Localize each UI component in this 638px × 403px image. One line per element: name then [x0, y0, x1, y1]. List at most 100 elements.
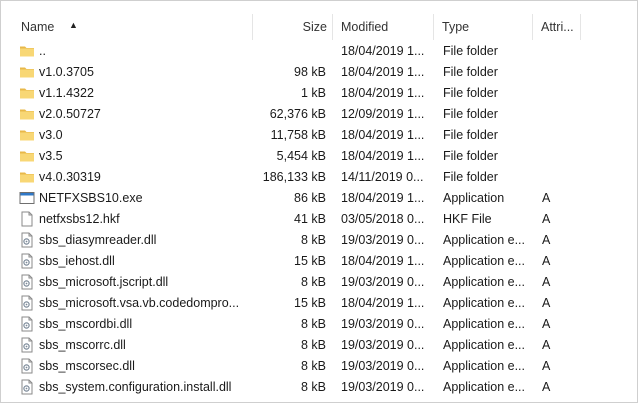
file-type: File folder	[443, 64, 498, 79]
file-name-cell: v2.0.50727	[13, 106, 253, 122]
column-header-row: Name ▲ Size Modified Type Attri...	[13, 14, 581, 40]
file-icon	[19, 211, 35, 227]
file-type: Application e...	[443, 253, 525, 268]
sort-ascending-icon: ▲	[69, 20, 78, 30]
file-row[interactable]: sbs_iehost.dll 15 kB 18/04/2019 1... Applic…	[13, 250, 629, 271]
file-row[interactable]: netfxsbs12.hkf 41 kB 03/05/2018 0... HKF Fi…	[13, 208, 629, 229]
file-row[interactable]: v3.5 5,454 kB 18/04/2019 1... File folder	[13, 145, 629, 166]
column-header-type[interactable]: Type	[434, 14, 533, 40]
file-modified: 18/04/2019 1...	[341, 64, 425, 79]
file-attributes: A	[542, 337, 551, 352]
file-row[interactable]: .. 18/04/2019 1... File folder	[13, 40, 629, 61]
file-size: 62,376 kB	[269, 106, 326, 121]
file-name-cell: v4.0.30319	[13, 169, 253, 185]
column-header-name-label: Name	[21, 20, 55, 34]
file-row[interactable]: sbs_diasymreader.dll 8 kB 19/03/2019 0... A…	[13, 229, 629, 250]
file-modified: 18/04/2019 1...	[341, 43, 425, 58]
file-attributes: A	[542, 274, 551, 289]
folder-icon	[19, 169, 35, 185]
file-row[interactable]: sbs_microsoft.vsa.vb.codedompro... 15 kB 1…	[13, 292, 629, 313]
folder-icon	[19, 127, 35, 143]
dll-icon	[19, 337, 35, 353]
file-modified: 19/03/2019 0...	[341, 358, 425, 373]
file-size: 41 kB	[294, 211, 326, 226]
file-name: ..	[39, 43, 46, 58]
file-name: sbs_diasymreader.dll	[39, 232, 157, 247]
file-name: NETFXSBS10.exe	[39, 190, 143, 205]
file-modified: 18/04/2019 1...	[341, 295, 425, 310]
file-size: 8 kB	[300, 274, 326, 289]
column-header-name[interactable]: Name ▲	[13, 14, 253, 40]
file-name-cell: netfxsbs12.hkf	[13, 211, 253, 227]
file-row[interactable]: v1.1.4322 1 kB 18/04/2019 1... File folder	[13, 82, 629, 103]
column-header-type-label: Type	[442, 20, 470, 34]
file-size: 8 kB	[300, 379, 326, 394]
file-row[interactable]: v4.0.30319 186,133 kB 14/11/2019 0... File …	[13, 166, 629, 187]
folder-icon	[19, 148, 35, 164]
file-name-cell: sbs_mscorrc.dll	[13, 337, 253, 353]
dll-icon	[19, 274, 35, 290]
file-name-cell: v3.5	[13, 148, 253, 164]
dll-icon	[19, 316, 35, 332]
dll-icon	[19, 253, 35, 269]
file-name: v4.0.30319	[39, 169, 101, 184]
column-header-size-label: Size	[302, 20, 327, 34]
file-size: 86 kB	[294, 190, 326, 205]
file-row[interactable]: sbs_mscorsec.dll 8 kB 19/03/2019 0... Appli…	[13, 355, 629, 376]
file-modified: 19/03/2019 0...	[341, 337, 425, 352]
exe-icon	[19, 190, 35, 206]
file-modified: 18/04/2019 1...	[341, 253, 425, 268]
file-name-cell: sbs_mscorsec.dll	[13, 358, 253, 374]
folder-icon	[19, 43, 35, 59]
file-modified: 19/03/2019 0...	[341, 232, 425, 247]
file-name: sbs_mscorrc.dll	[39, 337, 126, 352]
file-attributes: A	[542, 379, 551, 394]
file-attributes: A	[542, 211, 551, 226]
file-modified: 12/09/2019 1...	[341, 106, 425, 121]
folder-icon	[19, 85, 35, 101]
file-size: 15 kB	[294, 253, 326, 268]
file-row[interactable]: NETFXSBS10.exe 86 kB 18/04/2019 1... Applic…	[13, 187, 629, 208]
file-modified: 18/04/2019 1...	[341, 127, 425, 142]
file-modified: 19/03/2019 0...	[341, 316, 425, 331]
file-modified: 18/04/2019 1...	[341, 190, 425, 205]
file-attributes: A	[542, 232, 551, 247]
file-type: Application e...	[443, 337, 525, 352]
file-name-cell: sbs_mscordbi.dll	[13, 316, 253, 332]
file-modified: 18/04/2019 1...	[341, 85, 425, 100]
file-type: Application e...	[443, 274, 525, 289]
dll-icon	[19, 295, 35, 311]
file-modified: 19/03/2019 0...	[341, 274, 425, 289]
dll-icon	[19, 232, 35, 248]
file-modified: 19/03/2019 0...	[341, 379, 425, 394]
file-row[interactable]: v3.0 11,758 kB 18/04/2019 1... File folder	[13, 124, 629, 145]
file-size: 1 kB	[300, 85, 326, 100]
column-header-size[interactable]: Size	[253, 14, 333, 40]
file-type: File folder	[443, 127, 498, 142]
file-size: 8 kB	[300, 337, 326, 352]
file-type: HKF File	[443, 211, 492, 226]
file-attributes: A	[542, 190, 551, 205]
file-attributes: A	[542, 316, 551, 331]
file-size: 11,758 kB	[270, 127, 326, 142]
file-type: Application e...	[443, 232, 525, 247]
file-list-window: Name ▲ Size Modified Type Attri... .. 18/…	[0, 0, 638, 403]
file-modified: 03/05/2018 0...	[341, 211, 425, 226]
file-type: Application e...	[443, 295, 525, 310]
column-header-modified[interactable]: Modified	[333, 14, 434, 40]
file-type: Application	[443, 190, 505, 205]
file-row[interactable]: v2.0.50727 62,376 kB 12/09/2019 1... File f…	[13, 103, 629, 124]
file-row[interactable]: sbs_mscorrc.dll 8 kB 19/03/2019 0... Applic…	[13, 334, 629, 355]
file-row[interactable]: sbs_microsoft.jscript.dll 8 kB 19/03/2019 …	[13, 271, 629, 292]
file-row[interactable]: v1.0.3705 98 kB 18/04/2019 1... File folder	[13, 61, 629, 82]
column-header-attributes[interactable]: Attri...	[533, 14, 581, 40]
file-type: File folder	[443, 43, 498, 58]
file-modified: 14/11/2019 0...	[341, 169, 424, 184]
file-attributes: A	[542, 253, 551, 268]
file-name-cell: NETFXSBS10.exe	[13, 190, 253, 206]
folder-icon	[19, 64, 35, 80]
file-row[interactable]: sbs_system.configuration.install.dll 8 kB…	[13, 376, 629, 397]
file-row[interactable]: sbs_mscordbi.dll 8 kB 19/03/2019 0... Appli…	[13, 313, 629, 334]
file-name-cell: sbs_microsoft.jscript.dll	[13, 274, 253, 290]
file-type: Application e...	[443, 379, 525, 394]
